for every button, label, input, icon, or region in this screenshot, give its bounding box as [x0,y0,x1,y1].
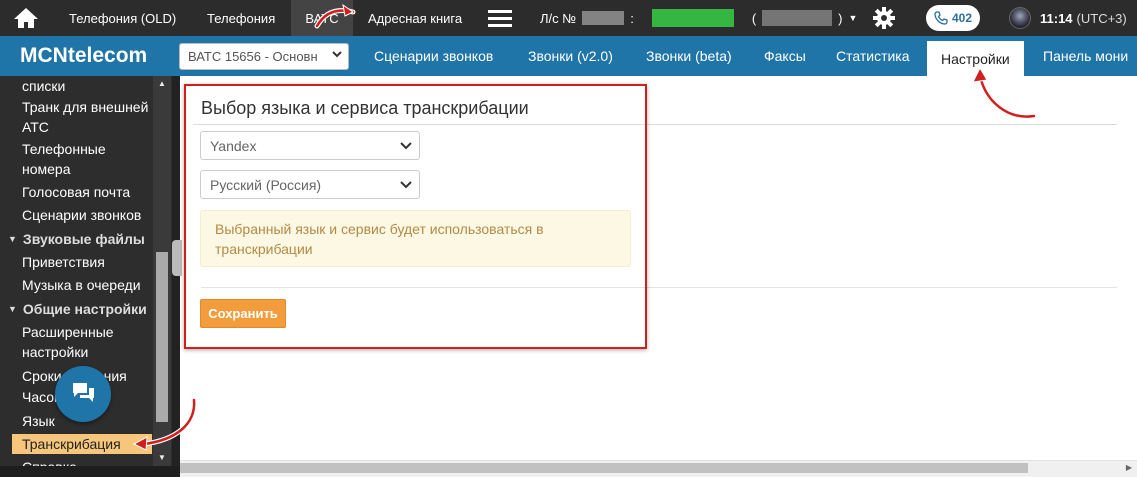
caret-down-icon: ▼ [8,304,17,314]
sidebar-item-lists[interactable]: списки [22,76,152,96]
sidebar-item-call-scenarios[interactable]: Сценарии звонков [22,205,152,225]
tab-call-scenarios[interactable]: Сценарии звонков [374,36,493,76]
topnav-vats[interactable]: ВАТС [291,0,353,36]
topnav-telephony-old[interactable]: Телефония (OLD) [69,0,176,36]
sidebar-group-label: Звуковые файлы [22,231,145,247]
menu-burger-icon[interactable] [486,0,514,36]
tab-monitoring-panel[interactable]: Панель мони [1043,36,1128,76]
sidebar-scroll-thumb[interactable] [156,252,168,422]
account-colon: : [630,10,634,26]
sidebar-collapse-handle[interactable] [172,240,182,276]
horizontal-scroll-thumb[interactable] [180,463,1028,473]
gear-icon[interactable] [870,0,898,36]
topnav-telephony[interactable]: Телефония [207,0,275,36]
sidebar-group-label: Общие настройки [22,301,147,317]
chevron-down-icon [399,177,413,194]
tab-calls-v2[interactable]: Звонки (v2.0) [528,36,613,76]
sidebar-item-phone-numbers[interactable]: Телефонные номера [22,139,152,179]
chevron-down-icon [399,138,413,155]
phone-line-badge[interactable]: 402 [926,5,980,31]
user-avatar[interactable] [1008,0,1032,36]
language-select[interactable]: Русский (Россия) [200,170,420,199]
account-name-redacted [762,10,833,26]
language-select-value: Русский (Россия) [210,176,322,193]
tab-statistics[interactable]: Статистика [836,36,910,76]
chat-button[interactable] [55,366,111,422]
divider [193,124,1117,125]
sidebar-footer [0,466,180,477]
sidebar-divider [172,76,180,477]
tab-faxes[interactable]: Факсы [764,36,806,76]
topnav-address-book[interactable]: Адресная книга [368,0,462,36]
chevron-down-icon: ▼ [848,13,858,23]
sidebar-group-sound-files[interactable]: ▼ Звуковые файлы [8,229,145,249]
account-label: Л/с № [540,10,577,26]
sidebar-item-help[interactable]: Справка [22,457,152,466]
avatar-image [1009,7,1031,29]
tab-calls-beta[interactable]: Звонки (beta) [646,36,732,76]
divider [201,287,1117,288]
phone-count: 402 [951,11,973,25]
brand-logo[interactable]: MCNtelecom [20,36,147,76]
sidebar-group-general-settings[interactable]: ▼ Общие настройки [8,299,147,319]
chat-icon [73,383,94,402]
clock: 11:14 (UTC+3) [1040,0,1127,36]
sidebar-item-advanced-settings[interactable]: Расширенные настройки [22,322,152,362]
vats-select[interactable]: ВАТС 15656 - Основн [179,43,349,70]
page-title: Выбор языка и сервиса транскрибации [201,98,529,118]
clock-time: 11:14 [1040,10,1073,26]
sidebar-item-greetings[interactable]: Приветствия [22,252,152,272]
service-select-value: Yandex [210,137,257,154]
save-button[interactable]: Сохранить [200,299,286,328]
caret-down-icon: ▼ [8,234,17,244]
home-icon[interactable] [10,0,42,36]
account-paren-close: ) [838,10,843,26]
sidebar-item-voicemail[interactable]: Голосовая почта [22,182,152,202]
account-selector[interactable]: Л/с № : ( ) ▼ [540,0,857,36]
account-paren-open: ( [751,10,757,26]
sidebar-item-transcription[interactable]: Транскрибация [12,434,152,454]
scroll-down-icon[interactable]: ▼ [156,452,168,464]
section-header-bar: MCNtelecom ВАТС 15656 - Основн Сценарии … [0,36,1137,76]
phone-icon [934,11,948,25]
vats-select-value: ВАТС 15656 - Основн [188,49,318,64]
top-navigation-bar: Телефония (OLD) Телефония ВАТС Адресная … [0,0,1137,36]
scroll-up-icon[interactable]: ▲ [156,78,168,90]
clock-timezone: (UTC+3) [1076,10,1127,26]
app-window: Телефония (OLD) Телефония ВАТС Адресная … [0,0,1137,477]
sidebar-item-external-trunk[interactable]: Транк для внешней АТС [22,97,152,137]
scroll-right-icon[interactable]: ▶ [1124,463,1134,473]
balance-redacted [651,9,734,27]
account-number-redacted [582,11,625,25]
tab-settings[interactable]: Настройки [927,41,1024,76]
chevron-down-icon [331,48,343,63]
sidebar-item-queue-music[interactable]: Музыка в очереди [22,275,152,295]
info-alert: Выбранный язык и сервис будет использова… [200,210,631,267]
service-select[interactable]: Yandex [200,131,420,160]
